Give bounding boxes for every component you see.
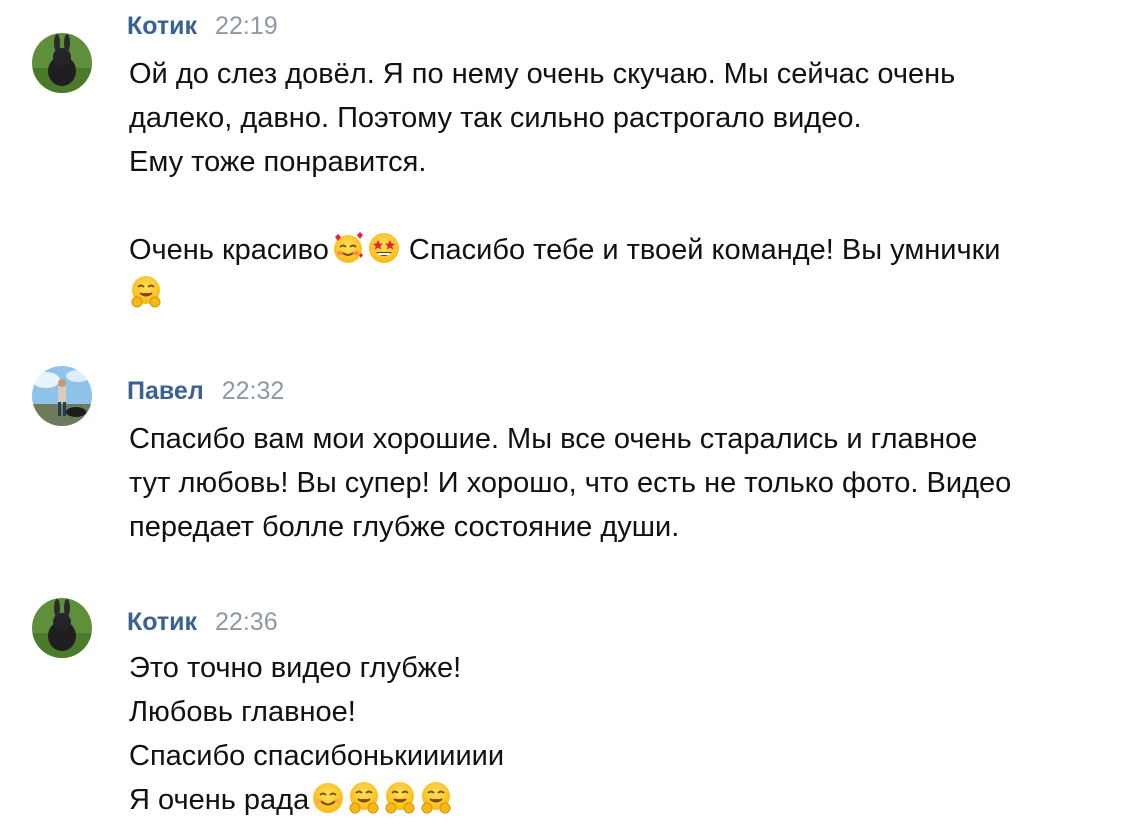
avatar[interactable] (32, 33, 92, 93)
author-name[interactable]: Котик (127, 608, 197, 637)
smiling-face-emoji (311, 781, 345, 815)
message-line (129, 272, 1114, 316)
message-line: далеко, давно. Поэтому так сильно растро… (129, 102, 862, 134)
rabbit-avatar-image (32, 598, 92, 658)
person-avatar-image (32, 366, 92, 426)
avatar[interactable] (32, 366, 92, 426)
message-line: Очень красиво Спасибо тебе и твоей коман… (129, 228, 1114, 272)
message-text: Я очень рада (129, 784, 310, 816)
author-name[interactable]: Павел (127, 377, 204, 406)
message-header: Котик 22:36 (127, 608, 278, 637)
star-struck-emoji (367, 231, 401, 265)
message-time: 22:32 (221, 377, 285, 405)
avatar[interactable] (32, 598, 92, 658)
message-line: Спасибо спасибонькииииии (129, 740, 505, 772)
rabbit-avatar-image (32, 33, 92, 93)
message-time: 22:19 (215, 12, 278, 40)
message-text: Очень красиво (129, 234, 329, 266)
hugging-face-emoji (383, 781, 417, 815)
message-line: Ему тоже понравится. (129, 146, 427, 178)
message-line: Любовь главное! (129, 696, 356, 728)
message-body: Ой до слез довёл. Я по нему очень скучаю… (129, 52, 1114, 316)
author-name[interactable]: Котик (127, 12, 197, 41)
message-line: Это точно видео глубже! (129, 652, 462, 684)
message-header: Котик 22:19 (127, 12, 278, 41)
message-line: Ой до слез довёл. Я по нему очень скучаю… (129, 58, 956, 90)
message-time: 22:36 (215, 608, 278, 636)
message-header: Павел 22:32 (127, 377, 284, 406)
message-text: Спасибо тебе и твоей команде! Вы умнички (400, 234, 1001, 266)
smiling-face-with-hearts-emoji (331, 231, 365, 265)
message-line: Спасибо вам мои хорошие. Мы все очень ст… (129, 423, 978, 455)
message-body: Это точно видео глубже! Любовь главное! … (129, 646, 1114, 822)
message-line: тут любовь! Вы супер! И хорошо, что есть… (129, 467, 1012, 499)
hugging-face-emoji (347, 781, 381, 815)
message-body: Спасибо вам мои хорошие. Мы все очень ст… (129, 417, 1114, 549)
hugging-face-emoji (129, 275, 163, 309)
message-line: передает болле глубже состояние души. (129, 511, 680, 543)
message-line: Я очень рада (129, 778, 1114, 822)
hugging-face-emoji (419, 781, 453, 815)
